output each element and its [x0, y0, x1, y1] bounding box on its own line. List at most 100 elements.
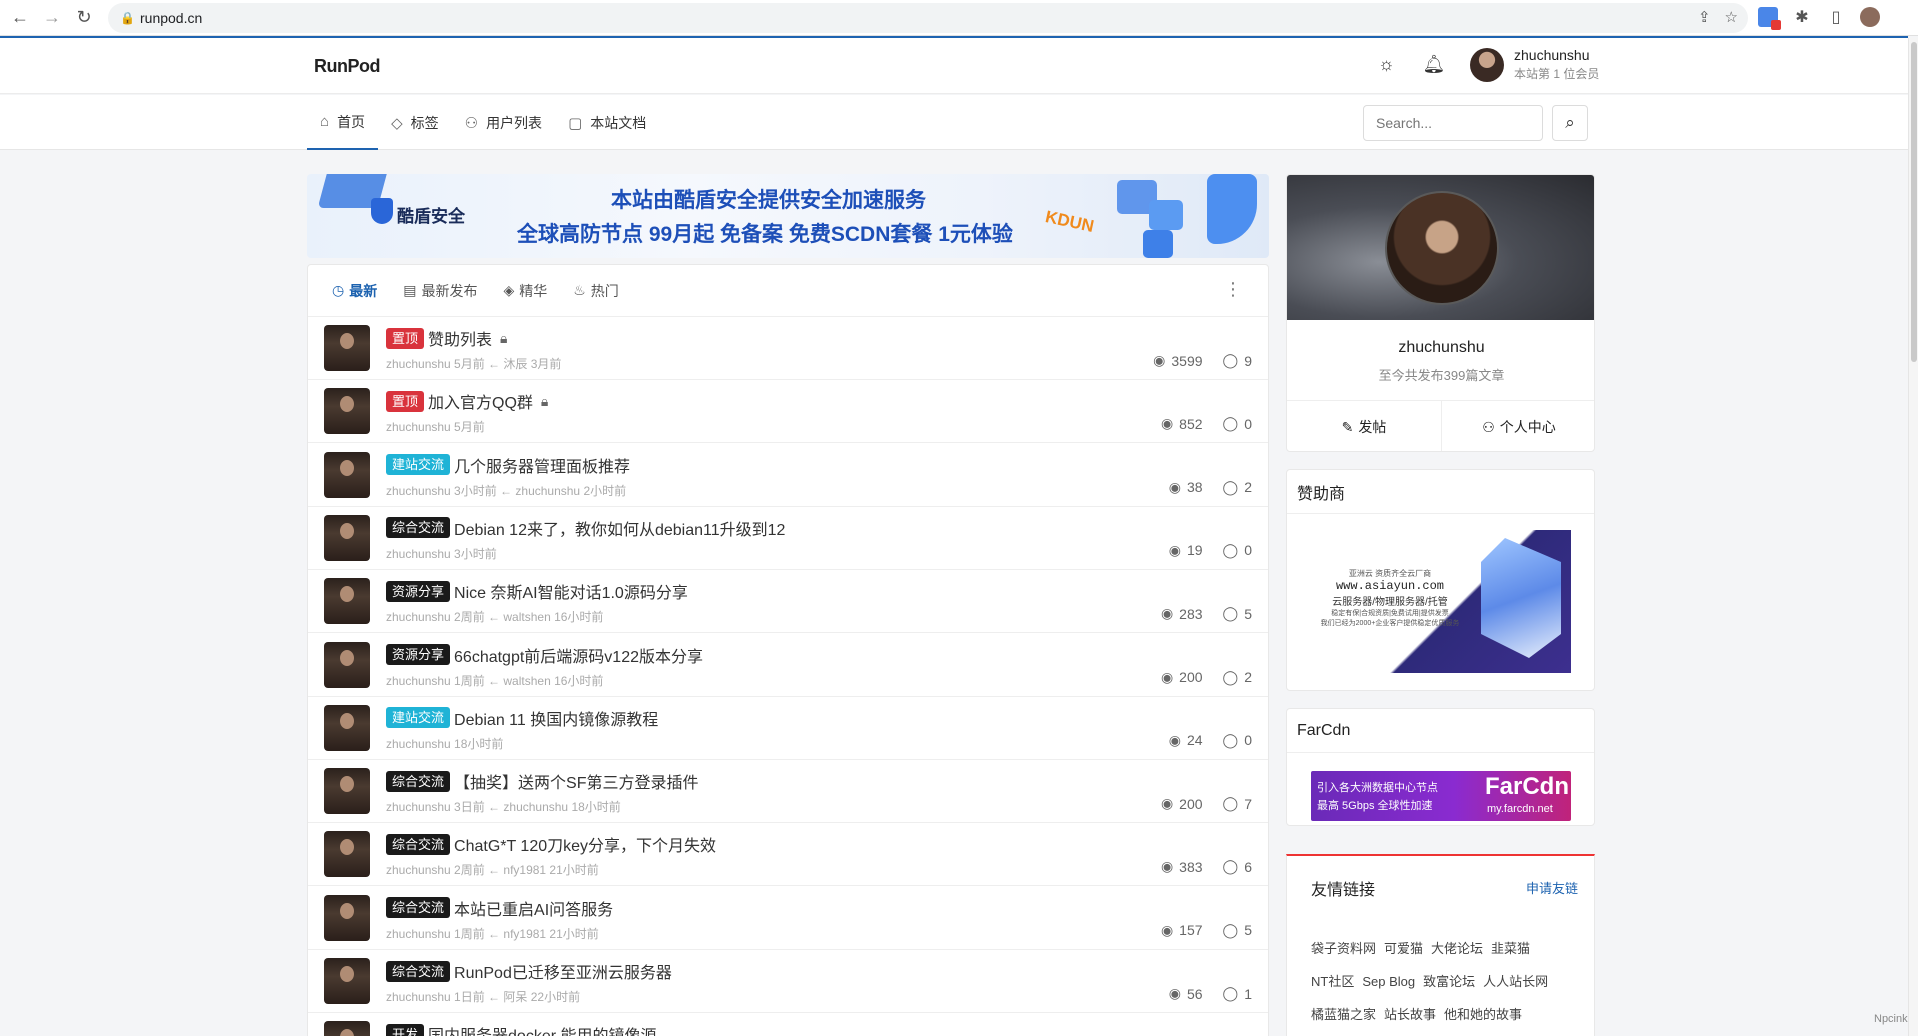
asiayun-ad[interactable]: 亚洲云 资质齐全云厂商 www.asiayun.com 云服务器/物理服务器/托… — [1311, 530, 1571, 673]
topic-row[interactable]: 综合交流 Debian 12来了，教你如何从debian11升级到12 zhuchu… — [308, 507, 1268, 570]
category-tag[interactable]: 置顶 — [386, 327, 425, 349]
banner-illustration — [1097, 174, 1269, 258]
author-avatar[interactable] — [324, 388, 370, 435]
reload-icon[interactable]: ↻ — [68, 0, 100, 36]
new-post-button[interactable]: ✎ 发帖 — [1287, 401, 1441, 451]
topic-title[interactable]: 66chatgpt前后端源码v122版本分享 — [454, 643, 703, 667]
tab-latest[interactable]: ◷ 最新 — [332, 281, 377, 301]
topic-title[interactable]: 加入官方QQ群 — [428, 389, 533, 413]
topic-title[interactable]: ChatG*T 120刀key分享，下个月失效 — [454, 832, 716, 856]
author-avatar[interactable] — [324, 958, 370, 1004]
category-tag[interactable]: 建站交流 — [386, 454, 451, 476]
share-icon[interactable]: ⇪ — [1698, 8, 1711, 26]
friend-link[interactable]: 人人站长网 — [1483, 974, 1548, 989]
profile-avatar[interactable] — [1385, 191, 1499, 305]
friend-link[interactable]: 袋子资料网 — [1311, 941, 1376, 956]
friend-link[interactable]: 可爱猫 — [1384, 941, 1423, 956]
author-avatar[interactable] — [324, 451, 370, 498]
category-tag[interactable]: 建站交流 — [386, 707, 451, 729]
category-tag[interactable]: 开发 — [386, 1023, 425, 1036]
topic-row[interactable]: 综合交流 RunPod已迁移至亚洲云服务器 zhuchunshu 1日前 ← 阿呆 … — [308, 950, 1268, 1013]
topic-title[interactable]: Debian 12来了，教你如何从debian11升级到12 — [454, 516, 785, 540]
nav-docs[interactable]: ▢ 本站文档 — [555, 95, 659, 150]
topic-title[interactable]: 赞助列表 — [428, 326, 492, 350]
nav-tags[interactable]: ◇ 标签 — [378, 95, 452, 150]
author-avatar[interactable] — [324, 704, 370, 751]
users-icon: ⚇ — [464, 114, 479, 132]
scrollbar-thumb[interactable] — [1911, 42, 1917, 362]
theme-sun-icon[interactable]: ☼ — [1378, 54, 1395, 75]
site-logo[interactable]: RunPod — [314, 56, 381, 77]
nav-users[interactable]: ⚇ 用户列表 — [452, 95, 555, 150]
topic-row[interactable]: 建站交流 Debian 11 换国内镜像源教程 zhuchunshu 18小时前 ◉ 2… — [308, 697, 1268, 760]
sidebar-icon[interactable]: ▯ — [1826, 7, 1846, 27]
category-tag[interactable]: 资源分享 — [386, 644, 451, 665]
topic-title[interactable]: 【抽奖】送两个SF第三方登录插件 — [454, 769, 698, 793]
topic-title[interactable]: 本站已重启AI问答服务 — [454, 896, 613, 920]
search-button[interactable]: ⌕ — [1552, 105, 1588, 141]
author-avatar[interactable] — [324, 641, 370, 688]
address-bar[interactable]: 🔒 runpod.cn ⇪ ☆ — [108, 3, 1748, 33]
search-input[interactable] — [1363, 105, 1543, 141]
topic-row[interactable]: 资源分享 Nice 奈斯AI智能对话1.0源码分享 zhuchunshu 2周前 ←… — [308, 570, 1268, 634]
author-avatar[interactable] — [324, 325, 370, 371]
category-tag[interactable]: 综合交流 — [386, 770, 451, 792]
topic-row[interactable]: 综合交流 【抽奖】送两个SF第三方登录插件 zhuchunshu 3日前 ← zhu… — [308, 760, 1268, 824]
category-tag[interactable]: 置顶 — [386, 390, 425, 412]
category-tag[interactable]: 综合交流 — [386, 897, 451, 919]
back-icon[interactable]: ← — [4, 0, 36, 36]
topic-title[interactable]: RunPod已迁移至亚洲云服务器 — [454, 959, 672, 983]
eye-icon: ◉ — [1160, 921, 1174, 938]
friend-link[interactable]: NT社区 — [1311, 974, 1354, 989]
topic-row[interactable]: 开发国内服务器docker 能用的镜像源 — [308, 1013, 1268, 1036]
friend-link[interactable]: Sep Blog — [1362, 974, 1415, 989]
topic-title[interactable]: 国内服务器docker 能用的镜像源 — [428, 1022, 656, 1036]
topic-row[interactable]: 置顶 加入官方QQ群 🔒︎ zhuchunshu 5月前 ◉ 852 ◯ 0 — [308, 380, 1268, 444]
user-center-button[interactable]: ⚇ 个人中心 — [1441, 401, 1594, 451]
profile-avatar-icon[interactable] — [1860, 7, 1880, 27]
topic-row[interactable]: 置顶 赞助列表 🔒︎ zhuchunshu 5月前 ← 沐辰 3月前 ◉ 3599 ◯ 9 — [308, 317, 1268, 380]
comment-icon: ◯ — [1222, 985, 1239, 1001]
tag-icon: ◇ — [391, 114, 403, 132]
category-tag[interactable]: 综合交流 — [386, 833, 451, 855]
author-avatar[interactable] — [324, 578, 370, 625]
bookmark-star-icon[interactable]: ☆ — [1725, 8, 1738, 26]
user-menu[interactable]: zhuchunshu 本站第 1 位会员 — [1470, 47, 1599, 82]
page-scrollbar[interactable] — [1908, 38, 1918, 1036]
topic-row[interactable]: 建站交流 几个服务器管理面板推荐 zhuchunshu 3小时前 ← zhuchun… — [308, 444, 1268, 507]
author-avatar[interactable] — [324, 1021, 370, 1036]
profile-name[interactable]: zhuchunshu — [1287, 339, 1594, 357]
friend-link[interactable]: 他和她的故事 — [1444, 1007, 1522, 1022]
more-options-icon[interactable]: ⋮ — [1224, 279, 1242, 300]
friend-link[interactable]: 致富论坛 — [1423, 974, 1475, 989]
puzzle-icon[interactable]: ✱ — [1792, 7, 1812, 27]
author-avatar[interactable] — [324, 894, 370, 941]
apply-link[interactable]: 申请友链 — [1526, 878, 1578, 897]
author-avatar[interactable] — [324, 768, 370, 815]
topic-row[interactable]: 综合交流 ChatG*T 120刀key分享，下个月失效 zhuchunshu 2周… — [308, 823, 1268, 887]
category-tag[interactable]: 综合交流 — [386, 960, 451, 982]
topic-title[interactable]: 几个服务器管理面板推荐 — [454, 453, 630, 477]
friend-link[interactable]: 大佬论坛 — [1431, 941, 1483, 956]
topic-row[interactable]: 综合交流 本站已重启AI问答服务 zhuchunshu 1周前 ← nfy1981 … — [308, 887, 1268, 950]
tab-hot[interactable]: ♨ 热门 — [573, 281, 619, 301]
topic-meta: zhuchunshu 18小时前 — [386, 736, 504, 751]
friend-link[interactable]: 站长故事 — [1384, 1007, 1436, 1022]
bell-icon[interactable]: 🔔︎ — [1423, 54, 1446, 75]
topic-title[interactable]: Debian 11 换国内镜像源教程 — [454, 706, 658, 730]
farcdn-ad[interactable]: 引入各大洲数据中心节点 最高 5Gbps 全球性加速 FarCdn my.far… — [1311, 771, 1571, 821]
forward-icon[interactable]: → — [36, 0, 68, 36]
nav-home[interactable]: ⌂ 首页 — [307, 95, 379, 150]
ad-banner[interactable]: 酷盾安全 本站由酷盾安全提供安全加速服务 全球高防节点 99月起 免备案 免费S… — [307, 174, 1269, 258]
topic-row[interactable]: 资源分享 66chatgpt前后端源码v122版本分享 zhuchunshu 1周前… — [308, 634, 1268, 697]
category-tag[interactable]: 综合交流 — [386, 517, 451, 539]
friend-link[interactable]: 韭菜猫 — [1491, 941, 1530, 956]
author-avatar[interactable] — [324, 514, 370, 561]
extension-grid-icon[interactable] — [1758, 7, 1781, 30]
topic-title[interactable]: Nice 奈斯AI智能对话1.0源码分享 — [454, 579, 688, 603]
tab-new-posts[interactable]: ▤ 最新发布 — [403, 281, 477, 301]
category-tag[interactable]: 资源分享 — [386, 580, 451, 602]
friend-link[interactable]: 橘蓝猫之家 — [1311, 1007, 1376, 1022]
tab-featured[interactable]: ◈ 精华 — [503, 281, 547, 301]
author-avatar[interactable] — [324, 831, 370, 878]
